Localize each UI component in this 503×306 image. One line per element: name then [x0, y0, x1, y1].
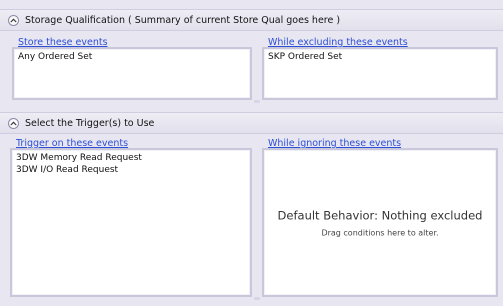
exclude-events-list[interactable]: SKP Ordered Set [262, 47, 498, 100]
trigger-events-list[interactable]: 3DW Memory Read Request 3DW I/O Read Req… [10, 148, 252, 297]
ignore-events-pane[interactable]: While ignoring these events Default Beha… [262, 139, 498, 297]
store-events-list[interactable]: Any Ordered Set [12, 47, 252, 100]
chevron-up-icon[interactable] [8, 14, 19, 26]
list-item[interactable]: SKP Ordered Set [264, 51, 496, 63]
trigger-events-pane[interactable]: Trigger on these events 3DW Memory Read … [10, 139, 252, 297]
ignore-events-list[interactable]: Default Behavior: Nothing excluded Drag … [262, 148, 498, 297]
list-item[interactable]: 3DW I/O Read Request [12, 164, 250, 176]
splitter-grip[interactable] [254, 100, 260, 103]
empty-state-hint: Drag conditions here to alter. [321, 228, 439, 237]
trigger-section-title: Select the Trigger(s) to Use [25, 117, 155, 129]
list-item[interactable]: 3DW Memory Read Request [12, 152, 250, 164]
storage-qualification-header[interactable]: Storage Qualification ( Summary of curre… [0, 9, 503, 31]
chevron-up-icon[interactable] [8, 117, 19, 129]
empty-state-title: Default Behavior: Nothing excluded [277, 208, 483, 222]
store-events-pane[interactable]: Store these events Any Ordered Set [12, 38, 252, 100]
exclude-events-pane[interactable]: While excluding these events SKP Ordered… [262, 38, 498, 100]
storage-qualification-title: Storage Qualification ( Summary of curre… [25, 14, 341, 26]
list-item[interactable]: Any Ordered Set [14, 51, 250, 63]
trigger-section-header[interactable]: Select the Trigger(s) to Use [0, 112, 503, 134]
empty-state: Default Behavior: Nothing excluded Drag … [264, 208, 496, 237]
splitter-grip[interactable] [254, 297, 260, 300]
